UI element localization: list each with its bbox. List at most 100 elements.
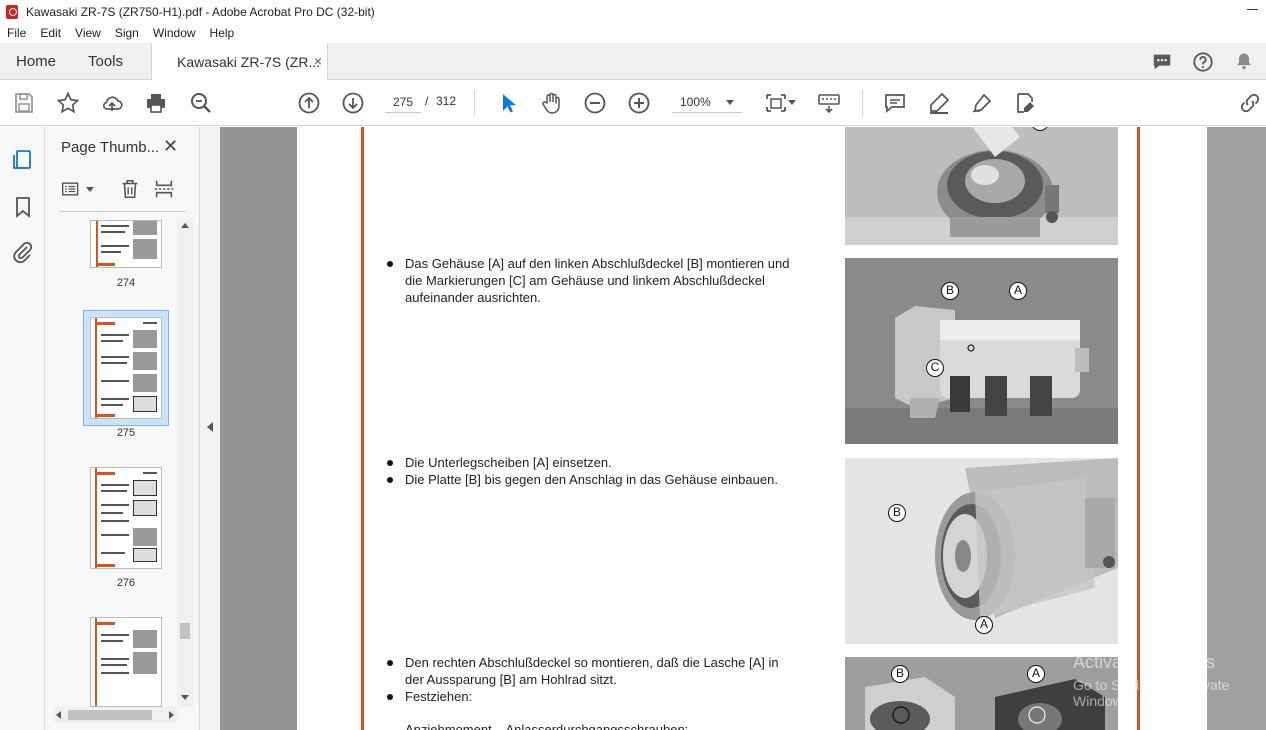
thumbnail-label: 276	[116, 577, 136, 589]
callout-label: A	[1027, 665, 1045, 683]
zoom-search-icon[interactable]	[189, 91, 213, 115]
bullet-icon	[387, 460, 393, 466]
bookmark-star-icon[interactable]	[56, 91, 80, 115]
panel-divider	[59, 211, 186, 212]
step-text-line: die Markierungen [C] am Gehäuse und link…	[405, 273, 765, 288]
bullet-icon	[387, 477, 393, 483]
tab-document-label: Kawasaki ZR-7S (ZR...	[177, 53, 321, 70]
step-text-line: Festziehen:	[405, 689, 473, 704]
callout-label: C	[926, 359, 944, 377]
photo-housing-alignment: B A C	[845, 258, 1118, 444]
thumbnail-scrollbar[interactable]	[177, 219, 193, 707]
chevron-down-icon[interactable]	[86, 187, 94, 192]
fill-sign-icon[interactable]	[1013, 91, 1037, 115]
menu-help[interactable]: Help	[210, 26, 235, 40]
step-text-line: Das Gehäuse [A] auf den linken Abschlußd…	[405, 256, 790, 271]
page-border-left	[361, 127, 364, 730]
page-total: 312	[436, 94, 457, 108]
minimize-button[interactable]	[1247, 4, 1258, 16]
keyboard-scroll-icon[interactable]	[817, 91, 841, 115]
window-title: Kawasaki ZR-7S (ZR750-H1).pdf - Adobe Ac…	[26, 4, 375, 19]
highlight-pen-icon[interactable]	[927, 91, 951, 115]
bullet-icon	[387, 261, 393, 267]
previous-page-icon[interactable]	[297, 91, 321, 115]
scroll-down-arrow-icon[interactable]	[181, 695, 189, 700]
tab-tools[interactable]: Tools	[88, 53, 123, 70]
zoom-out-icon[interactable]	[583, 91, 607, 115]
chevron-down-icon[interactable]	[788, 100, 796, 105]
scroll-up-arrow-icon[interactable]	[181, 223, 189, 228]
document-viewport[interactable]: A Das Gehäuse [A] auf den linken Abschlu…	[220, 127, 1266, 730]
chevron-down-icon[interactable]	[726, 100, 734, 105]
scrollbar-thumb[interactable]	[180, 623, 190, 639]
next-page-icon[interactable]	[341, 91, 365, 115]
add-comment-icon[interactable]	[883, 91, 907, 115]
callout-label: A	[1009, 282, 1027, 300]
save-icon[interactable]	[12, 91, 36, 115]
tab-bar: Home Tools Kawasaki ZR-7S (ZR... ×	[0, 43, 1266, 80]
thumbnail-horizontal-scrollbar[interactable]	[54, 707, 177, 723]
tab-home[interactable]: Home	[16, 53, 56, 70]
share-link-icon[interactable]	[1238, 91, 1262, 115]
chevron-left-icon[interactable]	[207, 422, 213, 432]
photo-starter-top: A	[845, 127, 1118, 245]
thumbnail-options-icon[interactable]	[61, 179, 81, 202]
step-text-line: aufeinander ausrichten.	[405, 290, 541, 305]
bookmarks-icon[interactable]	[11, 195, 35, 219]
tab-document[interactable]: Kawasaki ZR-7S (ZR... ×	[151, 43, 328, 80]
scrollbar-thumb[interactable]	[68, 710, 152, 720]
toolbar-divider	[862, 90, 863, 116]
step-text-line: der Aussparung [B] am Hohlrad sitzt.	[405, 672, 617, 687]
callout-label: A	[975, 616, 993, 634]
draw-freehand-icon[interactable]	[970, 91, 994, 115]
thumbnail-page-277[interactable]	[90, 617, 162, 707]
step-text-line: Den rechten Abschlußdeckel so montieren,…	[405, 655, 779, 670]
instruction-step: Den rechten Abschlußdeckel so montieren,…	[387, 654, 835, 730]
thumbnail-page-274[interactable]	[90, 220, 162, 268]
notification-bell-icon[interactable]	[1234, 51, 1256, 73]
menu-file[interactable]: File	[7, 26, 26, 40]
acrobat-icon	[6, 4, 18, 19]
callout-label: B	[891, 665, 909, 683]
instruction-step: Die Unterlegscheiben [A] einsetzen. Die …	[387, 454, 835, 488]
hand-tool-icon[interactable]	[539, 91, 563, 115]
activate-windows-title: Activate Windows	[1073, 652, 1216, 672]
menu-edit[interactable]: Edit	[40, 26, 61, 40]
scroll-left-arrow-icon[interactable]	[56, 711, 61, 719]
page-number-input[interactable]: 275	[385, 91, 421, 113]
upload-cloud-icon[interactable]	[100, 91, 124, 115]
step-text-line: Die Platte [B] bis gegen den Anschlag in…	[405, 472, 778, 487]
attachments-paperclip-icon[interactable]	[11, 240, 35, 264]
pdf-page: A Das Gehäuse [A] auf den linken Abschlu…	[297, 127, 1207, 730]
menu-window[interactable]: Window	[153, 26, 196, 40]
thumbnail-page-275[interactable]	[90, 317, 162, 419]
page-separator: /	[425, 94, 429, 108]
menu-view[interactable]: View	[75, 26, 101, 40]
thumbnail-label: 275	[116, 427, 136, 439]
tab-close-button[interactable]: ×	[314, 53, 322, 69]
select-cursor-icon[interactable]	[496, 91, 520, 115]
page-extract-icon[interactable]	[153, 178, 175, 203]
panel-close-button[interactable]: ✕	[163, 136, 178, 157]
torque-spec-line: Anziehmoment – Anlasserdurchgangsschraub…	[405, 722, 689, 730]
help-icon[interactable]	[1192, 51, 1214, 73]
panel-toolbar	[61, 177, 185, 201]
callout-label: B	[888, 504, 906, 522]
thumbnail-page-276[interactable]	[90, 467, 162, 569]
delete-trash-icon[interactable]	[119, 178, 141, 203]
comment-icon[interactable]	[1151, 51, 1173, 73]
menu-sign[interactable]: Sign	[115, 26, 139, 40]
step-text-line: Die Unterlegscheiben [A] einsetzen.	[405, 455, 612, 470]
toolbar: 275 / 312 100%	[0, 80, 1266, 126]
print-icon[interactable]	[144, 91, 168, 115]
title-bar: Kawasaki ZR-7S (ZR750-H1).pdf - Adobe Ac…	[0, 0, 1266, 23]
toolbar-divider	[474, 90, 475, 116]
page-fit-icon[interactable]	[764, 91, 788, 115]
page-thumbnails-icon[interactable]	[11, 147, 35, 171]
panel-collapse-handle[interactable]	[200, 127, 220, 730]
photo-plate-install: B A	[845, 458, 1118, 644]
scroll-right-arrow-icon[interactable]	[169, 711, 174, 719]
document-margin-right	[1207, 127, 1266, 730]
page-border-right	[1137, 127, 1140, 730]
zoom-in-icon[interactable]	[627, 91, 651, 115]
